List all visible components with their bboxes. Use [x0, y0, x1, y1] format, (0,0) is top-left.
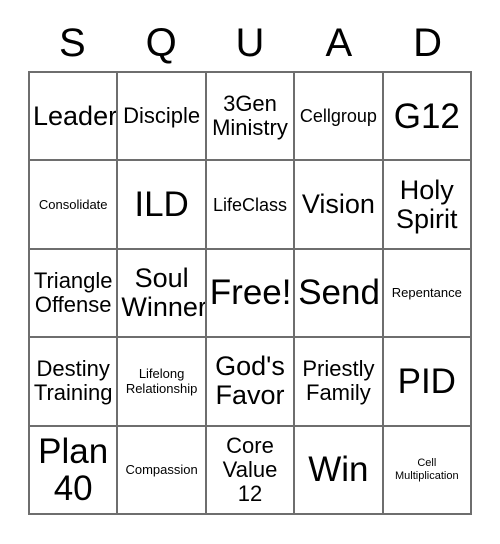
bingo-cell-label: Core Value 12: [222, 432, 278, 506]
bingo-cell-label: Send: [298, 273, 380, 313]
bingo-cell-label: Win: [308, 450, 369, 490]
bingo-cell[interactable]: Destiny Training: [30, 338, 119, 427]
bingo-cell[interactable]: Send: [295, 249, 384, 339]
bingo-cell-label: Destiny Training: [33, 356, 113, 406]
header-letter-1: Q: [145, 20, 177, 65]
bingo-cell[interactable]: Triangle Offense: [30, 249, 119, 339]
bingo-cell-label: Repentance: [391, 285, 462, 301]
bingo-cell[interactable]: Lifelong Relationship: [118, 338, 207, 427]
header-letter-4: D: [413, 20, 443, 65]
header-letter-2: U: [235, 20, 265, 65]
bingo-cell-label: Vision: [301, 189, 375, 220]
bingo-cell[interactable]: Cellgroup: [295, 73, 384, 162]
bingo-cell-label: 3Gen Ministry: [212, 91, 288, 141]
bingo-cell[interactable]: Free!: [206, 249, 296, 339]
bingo-cell[interactable]: Disciple: [118, 73, 207, 162]
bingo-cell[interactable]: Soul Winner: [118, 249, 207, 339]
bingo-cell-label: Leader: [33, 100, 118, 131]
bingo-cell-label: Triangle Offense: [33, 267, 113, 317]
bingo-cell[interactable]: ILD: [118, 161, 207, 250]
bingo-cell[interactable]: Cell Multiplication: [383, 426, 472, 515]
bingo-cell-label: Consolidate: [38, 197, 108, 213]
bingo-cell-label: LifeClass: [212, 194, 287, 215]
bingo-cell-label: Disciple: [123, 103, 201, 129]
bingo-cell[interactable]: Repentance: [383, 249, 472, 339]
bingo-cell[interactable]: Consolidate: [30, 161, 119, 250]
bingo-cell-label: Free!: [209, 273, 292, 313]
bingo-cell[interactable]: 3Gen Ministry: [206, 73, 296, 162]
bingo-cell-label: Cellgroup: [299, 106, 377, 127]
bingo-cell-label: Soul Winner: [121, 262, 207, 322]
bingo-cell-label: Priestly Family: [302, 356, 375, 406]
bingo-cell-label: PID: [397, 361, 456, 401]
header-letter-3: A: [325, 20, 353, 65]
bingo-cell[interactable]: Vision: [295, 161, 384, 250]
bingo-cell[interactable]: Leader: [30, 73, 119, 162]
bingo-cell-label: G12: [393, 96, 460, 136]
bingo-cell-label: Holy Spirit: [396, 174, 458, 234]
bingo-cell-label: Compassion: [125, 462, 198, 478]
bingo-cell[interactable]: Compassion: [118, 426, 207, 515]
bingo-cell-label: Cell Multiplication: [395, 456, 459, 482]
bingo-cell-label: God's Favor: [215, 351, 285, 411]
bingo-cell[interactable]: G12: [383, 73, 472, 162]
bingo-cell[interactable]: PID: [383, 338, 472, 427]
bingo-cell[interactable]: Core Value 12: [206, 426, 296, 515]
bingo-cell[interactable]: LifeClass: [206, 161, 296, 250]
bingo-cell-label: Lifelong Relationship: [125, 366, 198, 397]
bingo-cell-label: Plan 40: [38, 431, 109, 508]
header-letter-0: S: [59, 20, 86, 65]
bingo-cell-label: ILD: [134, 185, 189, 225]
bingo-card: S Q U A D Leader Disciple 3Gen Ministry Cel…: [0, 0, 500, 544]
bingo-cell[interactable]: Holy Spirit: [383, 161, 472, 250]
bingo-header-row: S Q U A D: [28, 14, 472, 71]
bingo-cell[interactable]: Plan 40: [30, 426, 119, 515]
bingo-cell[interactable]: Win: [295, 426, 384, 515]
bingo-grid: Leader Disciple 3Gen Ministry Cellgroup G12 C…: [28, 71, 472, 515]
bingo-cell[interactable]: Priestly Family: [295, 338, 384, 427]
bingo-cell[interactable]: God's Favor: [206, 338, 296, 427]
